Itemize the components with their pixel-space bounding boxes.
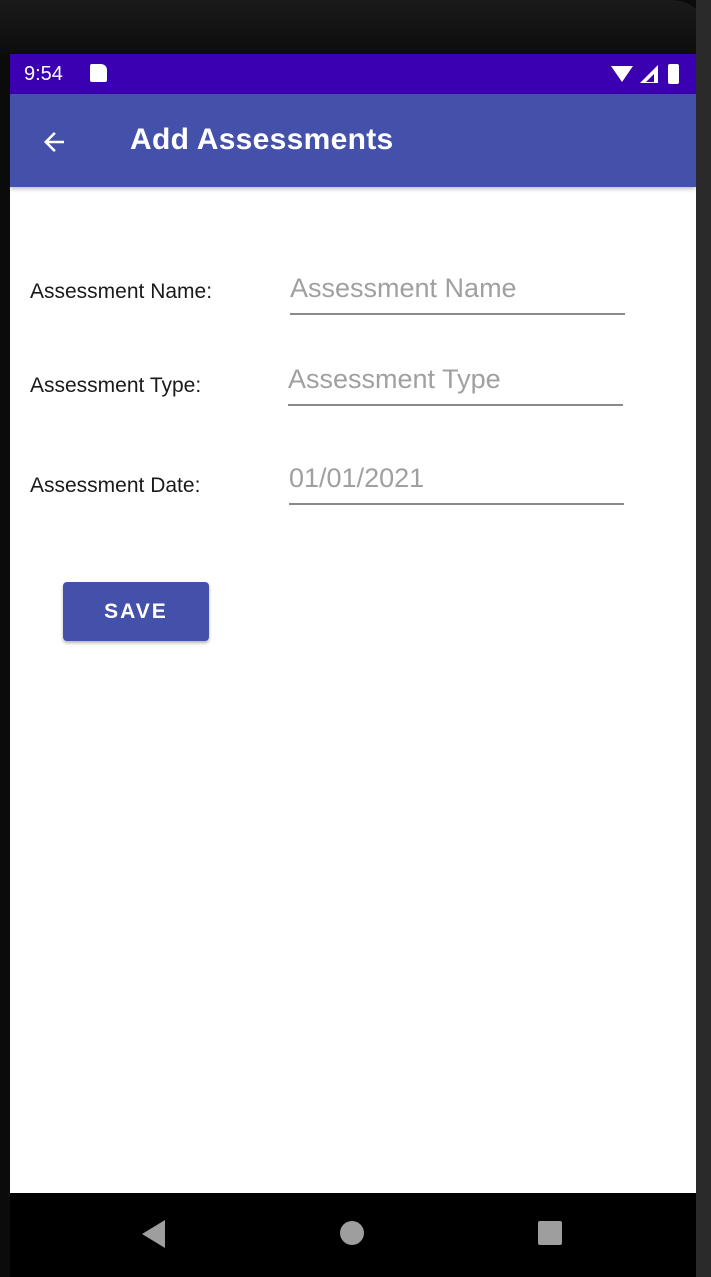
page-title: Add Assessments — [130, 123, 394, 156]
screen: 9:54 Add Assessments Assessment Name: As… — [10, 54, 696, 1277]
assessment-name-input[interactable] — [290, 269, 625, 315]
device-bezel-top — [0, 0, 711, 54]
app-bar: Add Assessments — [10, 94, 696, 187]
assessment-date-input[interactable] — [289, 459, 624, 505]
save-button[interactable]: SAVE — [63, 582, 209, 641]
battery-icon — [668, 64, 679, 84]
device-bezel-right — [696, 0, 711, 1277]
assessment-type-label: Assessment Type: — [30, 374, 202, 397]
device-frame: 9:54 Add Assessments Assessment Name: As… — [0, 0, 711, 1277]
arrow-left-icon — [44, 132, 64, 152]
navigation-bar — [10, 1193, 696, 1277]
status-bar: 9:54 — [10, 54, 696, 94]
nav-recents-icon[interactable] — [538, 1221, 562, 1245]
signal-icon-inner — [646, 74, 654, 82]
back-button[interactable] — [30, 118, 78, 166]
nav-home-icon[interactable] — [340, 1221, 364, 1245]
status-time: 9:54 — [24, 63, 63, 85]
wifi-icon — [611, 66, 633, 82]
assessment-date-label: Assessment Date: — [30, 474, 201, 497]
sd-card-icon — [90, 64, 107, 82]
assessment-name-label: Assessment Name: — [30, 280, 213, 303]
assessment-type-input[interactable] — [288, 360, 623, 406]
nav-back-icon[interactable] — [142, 1220, 165, 1248]
